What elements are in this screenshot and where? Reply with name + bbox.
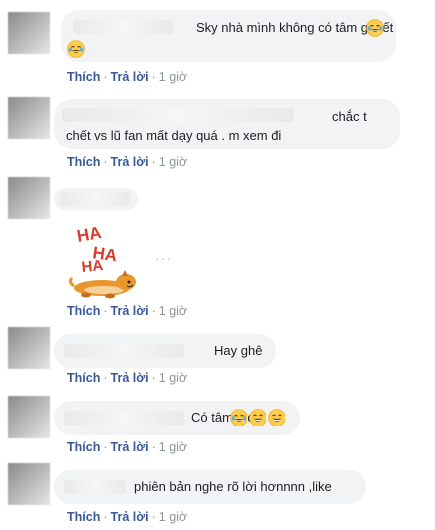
like-link[interactable]: Thích bbox=[67, 304, 100, 318]
comment-actions: Thích · Trả lời · 1 giờ bbox=[67, 440, 188, 454]
comment-text: Hay ghê bbox=[214, 343, 263, 358]
comment-text: Sky nhà mình không có tâm gì hết bbox=[196, 20, 394, 35]
like-link[interactable]: Thích bbox=[67, 510, 100, 524]
comment-text-line-1: chắc t bbox=[332, 109, 367, 124]
tears-of-joy-emoji bbox=[366, 19, 384, 37]
timestamp[interactable]: 1 giờ bbox=[159, 440, 187, 454]
timestamp[interactable]: 1 giờ bbox=[159, 155, 187, 169]
comment-text: phiên bản nghe rõ lời hơnnnn ,like bbox=[134, 479, 332, 494]
reply-link[interactable]: Trả lời bbox=[111, 510, 149, 524]
timestamp[interactable]: 1 giờ bbox=[159, 371, 187, 385]
tears-of-joy-emoji bbox=[67, 40, 85, 58]
tears-of-joy-emoji bbox=[230, 409, 247, 426]
comment-text-line-2: chết vs lũ fan mất dạy quá . m xem đi bbox=[66, 128, 282, 143]
like-link[interactable]: Thích bbox=[67, 70, 100, 84]
reply-link[interactable]: Trả lời bbox=[111, 155, 149, 169]
author-name[interactable] bbox=[73, 20, 173, 34]
author-name-bubble bbox=[54, 188, 138, 210]
comment-actions: Thích · Trả lời · 1 giờ bbox=[67, 510, 188, 524]
comment-actions: Thích · Trả lời · 1 giờ bbox=[67, 155, 188, 169]
avatar[interactable] bbox=[8, 12, 50, 54]
avatar[interactable] bbox=[8, 463, 50, 505]
reply-link[interactable]: Trả lời bbox=[111, 371, 149, 385]
author-name[interactable] bbox=[64, 344, 184, 358]
avatar[interactable] bbox=[8, 327, 50, 369]
comment-bubble: Có tâm tí đi bbox=[54, 401, 300, 435]
timestamp[interactable]: 1 giờ bbox=[159, 510, 187, 524]
avatar[interactable] bbox=[8, 97, 50, 139]
avatar[interactable] bbox=[8, 396, 50, 438]
more-options-icon[interactable]: ··· bbox=[155, 250, 172, 266]
svg-text:HA: HA bbox=[75, 223, 102, 246]
avatar[interactable] bbox=[8, 177, 50, 219]
author-name[interactable] bbox=[64, 480, 126, 494]
comment-actions: Thích · Trả lời · 1 giờ bbox=[67, 304, 188, 318]
reply-link[interactable]: Trả lời bbox=[111, 304, 149, 318]
timestamp[interactable]: 1 giờ bbox=[159, 70, 187, 84]
comment-bubble: phiên bản nghe rõ lời hơnnnn ,like bbox=[54, 470, 366, 504]
author-name[interactable] bbox=[64, 411, 184, 425]
grinning-emoji bbox=[268, 409, 285, 426]
comment-text: Có tâm tí đi bbox=[191, 410, 258, 425]
comment-actions: Thích · Trả lời · 1 giờ bbox=[67, 70, 188, 84]
like-link[interactable]: Thích bbox=[67, 371, 100, 385]
reply-link[interactable]: Trả lời bbox=[111, 70, 149, 84]
author-name[interactable] bbox=[62, 108, 294, 122]
comment-actions: Thích · Trả lời · 1 giờ bbox=[67, 371, 188, 385]
like-link[interactable]: Thích bbox=[67, 440, 100, 454]
svg-text:HA: HA bbox=[81, 257, 104, 276]
grinning-emoji bbox=[249, 409, 266, 426]
author-name[interactable] bbox=[60, 192, 130, 206]
comment-bubble: chắc t chết vs lũ fan mất dạy quá . m xe… bbox=[54, 99, 400, 149]
timestamp[interactable]: 1 giờ bbox=[159, 304, 187, 318]
haha-dog-sticker: HA HA HA bbox=[64, 220, 144, 300]
reply-link[interactable]: Trả lời bbox=[111, 440, 149, 454]
comment-bubble: Sky nhà mình không có tâm gì hết bbox=[61, 10, 396, 62]
comment-bubble: Hay ghê bbox=[54, 334, 276, 368]
like-link[interactable]: Thích bbox=[67, 155, 100, 169]
